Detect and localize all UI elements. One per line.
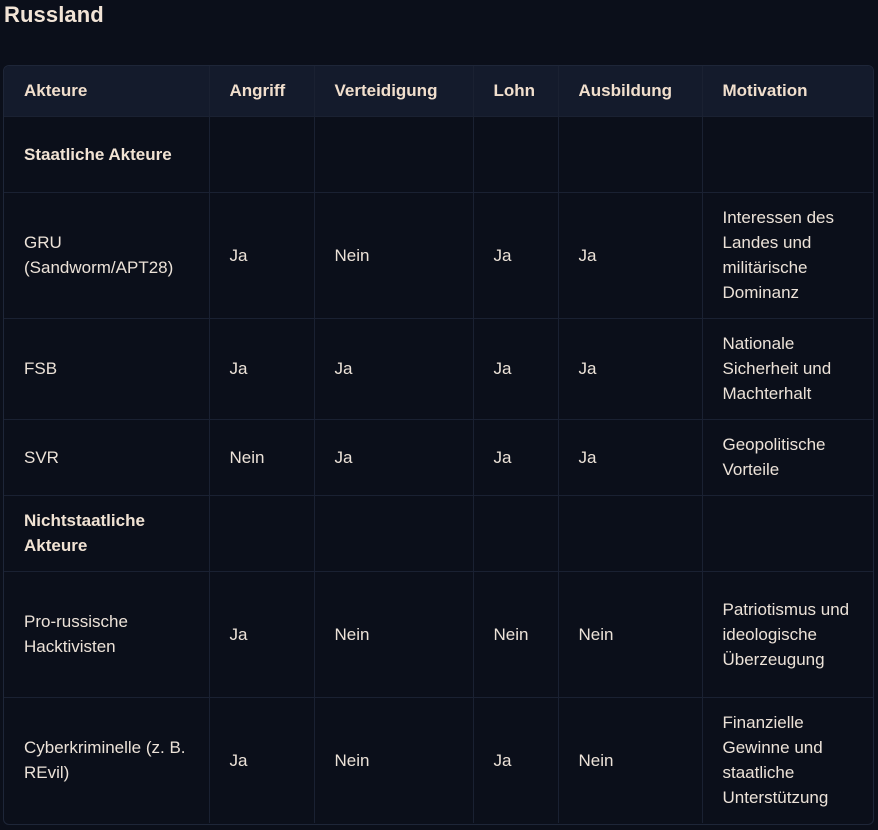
cell-angriff: Ja [209, 317, 315, 419]
cell-lohn: Ja [473, 317, 559, 419]
cell-angriff: Ja [209, 570, 315, 697]
cell-angriff: Nein [209, 418, 315, 495]
cell-ausbildung: Ja [558, 191, 703, 318]
cell-lohn: Nein [473, 570, 559, 697]
cell-motivation: Patriotismus und ideologische Überzeugun… [702, 570, 873, 697]
cell-verteidigung: Nein [314, 570, 474, 697]
cell-ausbildung: Nein [558, 696, 703, 823]
cell-verteidigung: Nein [314, 191, 474, 318]
cell-akteur: FSB [4, 317, 210, 419]
table-row: SVR Nein Ja Ja Ja Geopolitische Vorteile [4, 418, 873, 495]
cell-motivation: Finanzielle Gewinne und staatliche Unter… [702, 696, 873, 823]
header-verteidigung: Verteidigung [314, 66, 474, 116]
cell-ausbildung [558, 494, 703, 571]
header-angriff: Angriff [209, 66, 315, 116]
table-row: Cyberkriminelle (z. B. REvil) Ja Nein Ja… [4, 696, 873, 823]
section-title: Russland [4, 2, 104, 27]
cell-motivation: Geopolitische Vorteile [702, 418, 873, 495]
table-row: FSB Ja Ja Ja Ja Nationale Sicherheit und… [4, 317, 873, 419]
cell-ausbildung: Nein [558, 570, 703, 697]
cell-ausbildung: Ja [558, 317, 703, 419]
header-akteure: Akteure [4, 66, 210, 116]
page: Russland Akteure Angriff Verteidigung Lo… [0, 0, 878, 830]
header-lohn: Lohn [473, 66, 559, 116]
cell-lohn: Ja [473, 191, 559, 318]
cell-motivation [702, 494, 873, 571]
group-row-staatliche: Staatliche Akteure [4, 115, 873, 192]
cell-lohn [473, 115, 559, 192]
table-header: Akteure Angriff Verteidigung Lohn Ausbil… [4, 66, 873, 116]
cell-lohn [473, 494, 559, 571]
header-ausbildung: Ausbildung [558, 66, 703, 116]
cell-verteidigung [314, 494, 474, 571]
cell-verteidigung: Ja [314, 418, 474, 495]
cell-akteur: Nichtstaatliche Akteure [4, 494, 210, 571]
cell-angriff [209, 494, 315, 571]
cell-motivation: Nationale Sicherheit und Machterhalt [702, 317, 873, 419]
actors-table: Akteure Angriff Verteidigung Lohn Ausbil… [4, 66, 873, 823]
header-motivation: Motivation [722, 81, 808, 101]
actors-table-container: Akteure Angriff Verteidigung Lohn Ausbil… [3, 65, 874, 825]
cell-verteidigung: Ja [314, 317, 474, 419]
table-body: Staatliche Akteure GRU (Sandworm/APT28) … [4, 115, 873, 823]
cell-angriff [209, 115, 315, 192]
cell-akteur: Pro-russische Hacktivisten [4, 570, 210, 697]
cell-ausbildung: Ja [558, 418, 703, 495]
cell-motivation [702, 115, 873, 192]
header-row: Akteure Angriff Verteidigung Lohn Ausbil… [4, 66, 873, 116]
cell-akteur: Cyberkriminelle (z. B. REvil) [4, 696, 210, 823]
cell-angriff: Ja [209, 191, 315, 318]
cell-akteur: GRU (Sandworm/APT28) [4, 191, 210, 318]
group-row-nichtstaatliche: Nichtstaatliche Akteure [4, 494, 873, 571]
cell-akteur: Staatliche Akteure [4, 115, 210, 192]
cell-verteidigung: Nein [314, 696, 474, 823]
table-row: GRU (Sandworm/APT28) Ja Nein Ja Ja Inter… [4, 191, 873, 318]
table-row: Pro-russische Hacktivisten Ja Nein Nein … [4, 570, 873, 697]
cell-ausbildung [558, 115, 703, 192]
cell-motivation: Interessen des Landes und militärische D… [702, 191, 873, 318]
cell-verteidigung [314, 115, 474, 192]
cell-lohn: Ja [473, 418, 559, 495]
cell-akteur: SVR [4, 418, 210, 495]
cell-lohn: Ja [473, 696, 559, 823]
cell-angriff: Ja [209, 696, 315, 823]
